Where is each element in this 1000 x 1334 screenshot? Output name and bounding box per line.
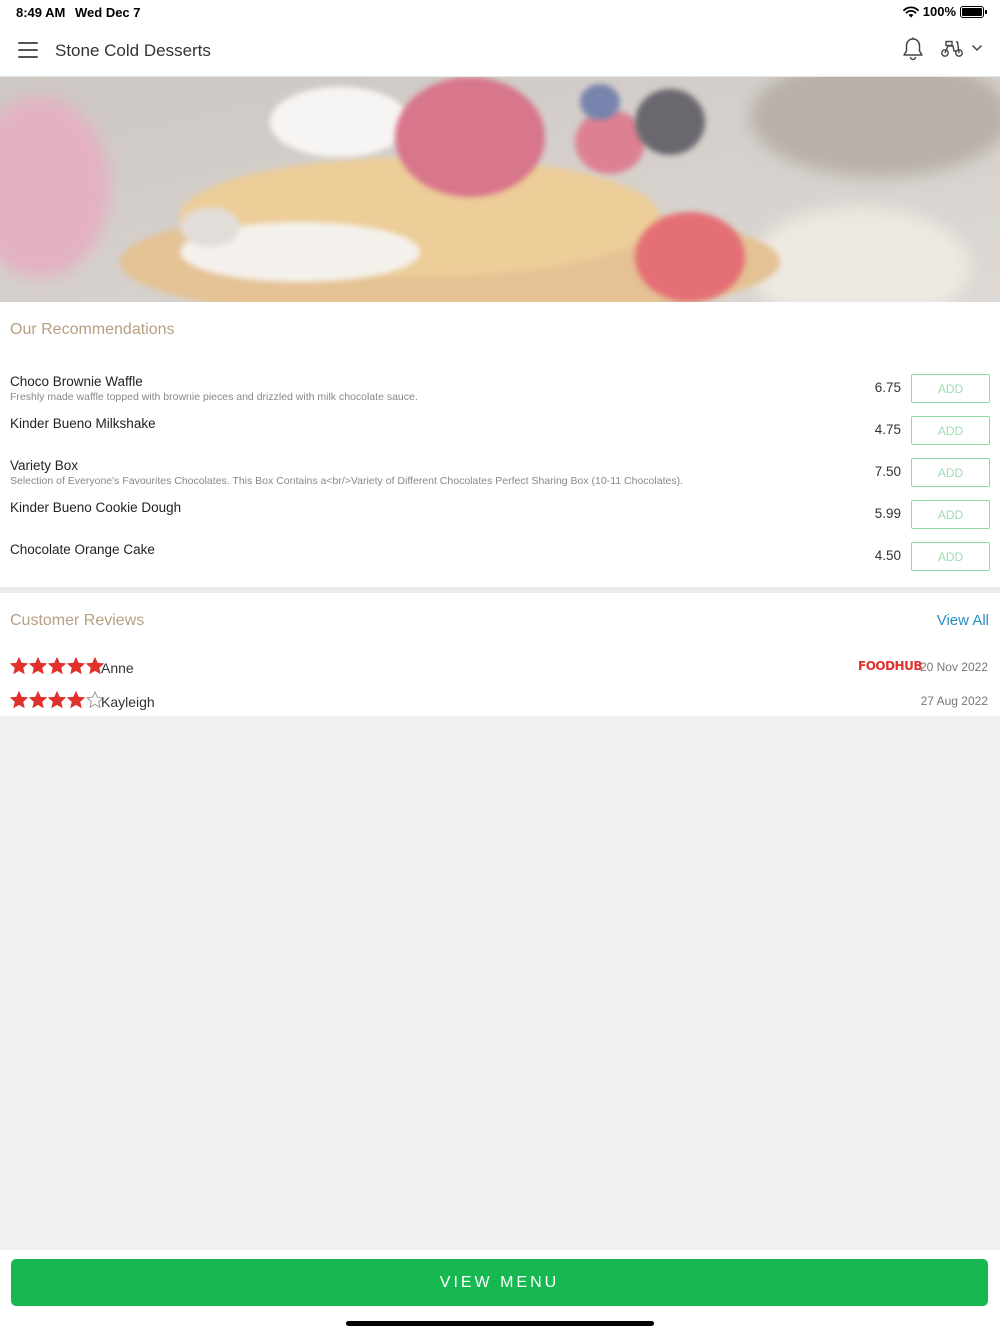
wifi-icon — [902, 5, 919, 17]
app-header: Stone Cold Desserts — [0, 24, 1000, 77]
page-title: Stone Cold Desserts — [55, 41, 211, 60]
battery-percent: 100% — [922, 4, 956, 19]
status-time: 8:49 AM — [16, 5, 66, 20]
item-name: Chocolate Orange Cake — [10, 542, 155, 557]
add-button[interactable]: ADD — [911, 500, 990, 529]
recommendations-title: Our Recommendations — [10, 321, 175, 338]
star-filled-icon — [29, 691, 47, 709]
reviews-section: Customer Reviews View All Anne FOODHUB 2… — [0, 593, 1000, 716]
item-price: 6.75 — [874, 380, 901, 395]
reviewer-name: Anne — [101, 660, 134, 676]
menu-item: Kinder Bueno Cookie Dough 5.99 ADD — [0, 500, 1000, 542]
item-price: 7.50 — [874, 464, 901, 479]
status-right: 100% — [902, 4, 987, 19]
scooter-icon[interactable] — [940, 40, 964, 58]
item-name: Kinder Bueno Cookie Dough — [10, 500, 182, 515]
menu-item: Choco Brownie Waffle Freshly made waffle… — [0, 374, 1000, 416]
review-date: 20 Nov 2022 — [919, 660, 988, 674]
hero-image — [0, 77, 1000, 302]
add-button[interactable]: ADD — [911, 542, 990, 571]
star-filled-icon — [48, 657, 66, 675]
battery-icon — [960, 5, 987, 18]
recommendations-section: Our Recommendations Choco Brownie Waffle… — [0, 302, 1000, 587]
home-indicator — [346, 1321, 654, 1326]
reviews-title: Customer Reviews — [10, 612, 145, 629]
review-source-logo: FOODHUB — [858, 659, 923, 673]
status-date: Wed Dec 7 — [75, 5, 141, 20]
review-date: 27 Aug 2022 — [920, 694, 988, 708]
add-button[interactable]: ADD — [911, 374, 990, 403]
item-price: 5.99 — [874, 506, 901, 521]
item-name: Choco Brownie Waffle — [10, 374, 143, 389]
star-rating — [10, 691, 104, 709]
item-price: 4.50 — [874, 548, 901, 563]
view-all-link[interactable]: View All — [937, 612, 989, 629]
reviewer-name: Kayleigh — [101, 694, 155, 710]
add-button[interactable]: ADD — [911, 416, 990, 445]
star-filled-icon — [67, 691, 85, 709]
status-bar: 8:49 AM Wed Dec 7 100% — [0, 0, 1000, 24]
item-description: Freshly made waffle topped with brownie … — [10, 391, 418, 403]
star-rating — [10, 657, 104, 675]
menu-icon[interactable] — [18, 42, 38, 58]
menu-item: Kinder Bueno Milkshake 4.75 ADD — [0, 416, 1000, 458]
bell-icon[interactable] — [902, 37, 924, 61]
item-name: Kinder Bueno Milkshake — [10, 416, 156, 431]
star-filled-icon — [48, 691, 66, 709]
add-button[interactable]: ADD — [911, 458, 990, 487]
chevron-down-icon[interactable] — [971, 44, 983, 52]
bottom-bar: VIEW MENU — [0, 1250, 1000, 1334]
item-price: 4.75 — [874, 422, 901, 437]
menu-item: Variety Box Selection of Everyone's Favo… — [0, 458, 1000, 500]
star-filled-icon — [67, 657, 85, 675]
star-filled-icon — [10, 691, 28, 709]
review-row: Kayleigh 27 Aug 2022 — [0, 691, 1000, 715]
star-filled-icon — [29, 657, 47, 675]
item-description: Selection of Everyone's Favourites Choco… — [10, 475, 683, 487]
review-row: Anne FOODHUB 20 Nov 2022 — [0, 657, 1000, 681]
item-name: Variety Box — [10, 458, 79, 473]
menu-item: Chocolate Orange Cake 4.50 ADD — [0, 542, 1000, 584]
star-filled-icon — [10, 657, 28, 675]
view-menu-button[interactable]: VIEW MENU — [11, 1259, 988, 1306]
